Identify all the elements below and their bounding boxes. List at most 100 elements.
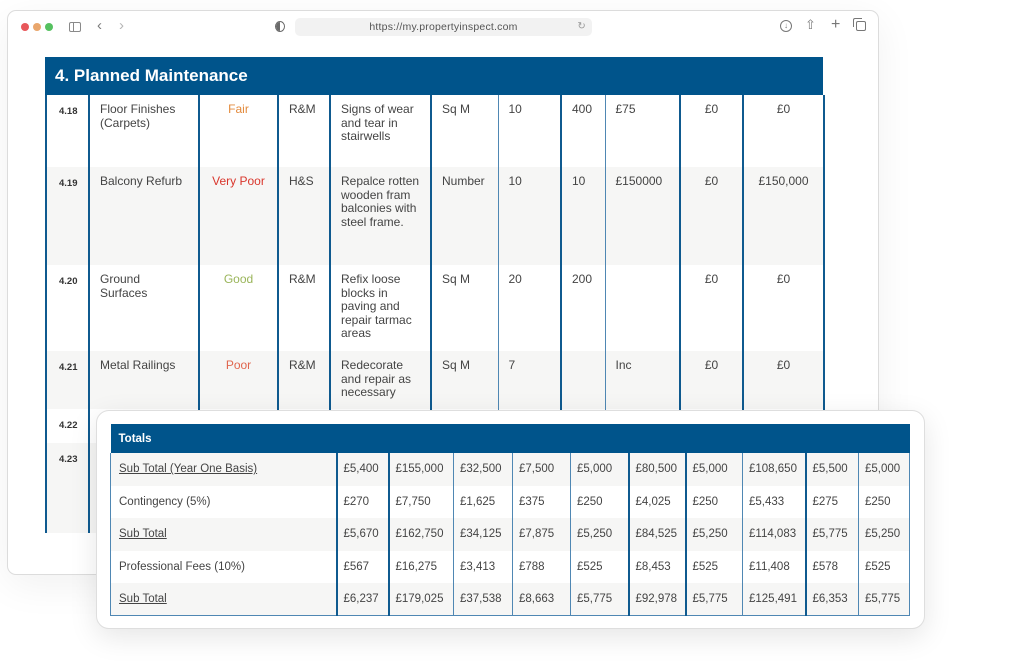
quantity-cell: 400 bbox=[560, 95, 605, 167]
close-window-button[interactable] bbox=[21, 23, 29, 31]
subtotal-link[interactable]: Sub Total bbox=[119, 528, 167, 540]
subtotal-link[interactable]: Sub Total bbox=[119, 593, 167, 605]
totals-value-cell: £6,353 bbox=[804, 583, 859, 616]
action-description-cell: Redecorate and repair as necessary bbox=[329, 351, 431, 409]
totals-value-cell: £125,491 bbox=[742, 583, 806, 616]
url-text: https://my.propertyinspect.com bbox=[369, 21, 518, 33]
totals-title: Totals bbox=[110, 424, 910, 453]
totals-value-cell: £32,500 bbox=[453, 453, 513, 486]
row-ref-cell: 4.19 bbox=[45, 167, 89, 265]
totals-row: Professional Fees (10%) £567 £16,275 £3,413… bbox=[110, 550, 911, 583]
totals-value-cell: £16,275 bbox=[387, 550, 454, 583]
condition-rating-cell: Fair bbox=[198, 95, 278, 167]
totals-value-cell: £788 bbox=[512, 550, 571, 583]
totals-value-cell: £7,875 bbox=[512, 518, 571, 551]
back-icon[interactable]: ‹ bbox=[97, 18, 102, 34]
totals-row-label-cell: Sub Total bbox=[110, 518, 337, 551]
totals-row-label-cell: Contingency (5%) bbox=[110, 485, 337, 518]
life-cell: 7 bbox=[497, 351, 561, 409]
totals-value-cell: £525 bbox=[857, 550, 911, 583]
element-name-cell: Ground Surfaces bbox=[88, 265, 199, 351]
totals-row: Contingency (5%) £270 £7,750 £1,625 £375 £250… bbox=[110, 485, 911, 518]
totals-value-cell: £270 bbox=[335, 485, 389, 518]
totals-value-cell: £375 bbox=[512, 485, 571, 518]
totals-value-cell: £5,250 bbox=[570, 518, 629, 551]
totals-value-cell: £108,650 bbox=[742, 453, 806, 486]
totals-value-cell: £5,775 bbox=[804, 518, 859, 551]
cost-total-cell: £0 bbox=[742, 95, 825, 167]
minimize-window-button[interactable] bbox=[33, 23, 41, 31]
condition-rating-cell: Very Poor bbox=[198, 167, 278, 265]
element-name-cell: Floor Finishes (Carpets) bbox=[88, 95, 199, 167]
totals-value-cell: £4,025 bbox=[627, 485, 686, 518]
quantity-cell: 200 bbox=[560, 265, 605, 351]
reload-icon[interactable]: ↻ bbox=[577, 18, 586, 36]
totals-value-cell: £84,525 bbox=[627, 518, 686, 551]
share-icon[interactable]: ⇧ bbox=[805, 17, 816, 33]
sidebar-toggle-icon[interactable] bbox=[69, 22, 81, 32]
totals-value-cell: £92,978 bbox=[627, 583, 686, 616]
totals-value-cell: £5,433 bbox=[742, 485, 806, 518]
life-cell: 10 bbox=[497, 95, 561, 167]
forward-icon[interactable]: › bbox=[119, 18, 124, 34]
row-ref-cell: 4.23 bbox=[45, 443, 89, 533]
new-tab-icon[interactable]: + bbox=[831, 17, 840, 33]
row-ref-cell: 4.20 bbox=[45, 265, 89, 351]
totals-value-cell: £8,663 bbox=[512, 583, 571, 616]
totals-value-cell: £7,750 bbox=[387, 485, 454, 518]
rate-cell bbox=[604, 265, 680, 351]
category-cell: R&M bbox=[277, 351, 330, 409]
totals-value-cell: £1,625 bbox=[453, 485, 513, 518]
unit-cell: Sq M bbox=[430, 351, 498, 409]
download-icon[interactable]: ↓ bbox=[780, 20, 792, 32]
totals-row-label-cell: Sub Total (Year One Basis) bbox=[110, 453, 337, 486]
totals-value-cell: £250 bbox=[684, 485, 743, 518]
life-cell: 20 bbox=[497, 265, 561, 351]
totals-value-cell: £80,500 bbox=[627, 453, 686, 486]
totals-value-cell: £6,237 bbox=[335, 583, 389, 616]
totals-value-cell: £525 bbox=[570, 550, 629, 583]
row-ref-cell: 4.21 bbox=[45, 351, 89, 409]
tab-overview-icon[interactable] bbox=[853, 18, 866, 31]
privacy-shield-icon[interactable] bbox=[275, 21, 285, 32]
action-description-cell: Signs of wear and tear in stairwells bbox=[329, 95, 431, 167]
totals-row-label-cell: Sub Total bbox=[110, 583, 337, 616]
quantity-cell: 10 bbox=[560, 167, 605, 265]
life-cell: 10 bbox=[497, 167, 561, 265]
subtotal-link[interactable]: Sub Total (Year One Basis) bbox=[119, 463, 257, 475]
address-bar[interactable]: https://my.propertyinspect.com ↻ bbox=[295, 18, 592, 36]
totals-value-cell: £7,500 bbox=[512, 453, 571, 486]
element-name-cell: Metal Railings bbox=[88, 351, 199, 409]
category-cell: R&M bbox=[277, 95, 330, 167]
zoom-window-button[interactable] bbox=[45, 23, 53, 31]
maintenance-row: 4.18 Floor Finishes (Carpets) Fair R&M Signs… bbox=[45, 95, 825, 167]
category-cell: R&M bbox=[277, 265, 330, 351]
rate-cell: Inc bbox=[604, 351, 680, 409]
cost-year1-cell: £0 bbox=[679, 265, 743, 351]
totals-value-cell: £5,000 bbox=[684, 453, 743, 486]
rate-cell: £150000 bbox=[604, 167, 680, 265]
totals-table: Totals Sub Total (Year One Basis) £5,400 £… bbox=[110, 424, 911, 616]
totals-card: Totals Sub Total (Year One Basis) £5,400 £… bbox=[96, 410, 925, 629]
cost-total-cell: £150,000 bbox=[742, 167, 825, 265]
totals-value-cell: £5,775 bbox=[570, 583, 629, 616]
totals-value-cell: £5,670 bbox=[335, 518, 389, 551]
totals-value-cell: £525 bbox=[684, 550, 743, 583]
action-description-cell: Repalce rotten wooden fram balconies wit… bbox=[329, 167, 431, 265]
row-ref-cell: 4.22 bbox=[45, 409, 89, 443]
totals-value-cell: £155,000 bbox=[387, 453, 454, 486]
totals-value-cell: £11,408 bbox=[742, 550, 806, 583]
totals-row-label: Contingency (5%) bbox=[119, 495, 211, 508]
row-ref-cell: 4.18 bbox=[45, 95, 89, 167]
totals-row-label-cell: Professional Fees (10%) bbox=[110, 550, 337, 583]
totals-row-label: Professional Fees (10%) bbox=[119, 560, 245, 573]
totals-value-cell: £5,775 bbox=[684, 583, 743, 616]
totals-value-cell: £5,250 bbox=[857, 518, 911, 551]
totals-value-cell: £8,453 bbox=[627, 550, 686, 583]
maintenance-row: 4.20 Ground Surfaces Good R&M Refix loose bl… bbox=[45, 265, 825, 351]
totals-value-cell: £250 bbox=[857, 485, 911, 518]
totals-value-cell: £275 bbox=[804, 485, 859, 518]
totals-value-cell: £34,125 bbox=[453, 518, 513, 551]
condition-rating-cell: Poor bbox=[198, 351, 278, 409]
totals-value-cell: £37,538 bbox=[453, 583, 513, 616]
